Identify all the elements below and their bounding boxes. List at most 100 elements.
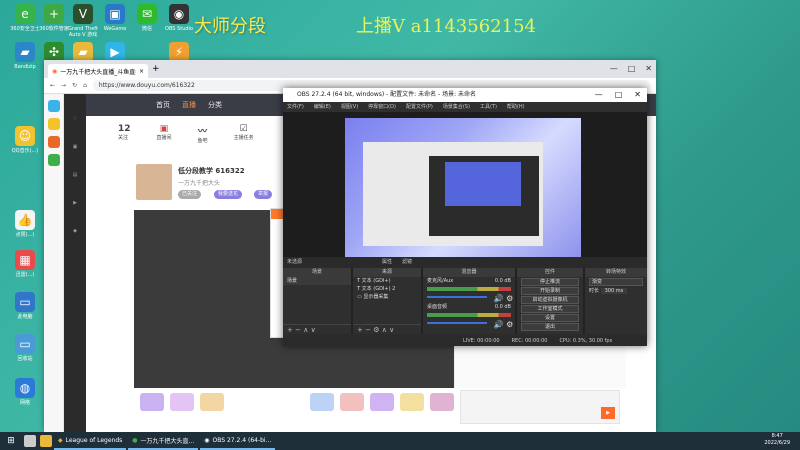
transition-select[interactable]: 渐变 bbox=[589, 278, 643, 286]
down-icon[interactable]: ∨ bbox=[311, 326, 316, 334]
obs-menu-item[interactable]: 编辑(E) bbox=[314, 102, 331, 112]
report-pill[interactable]: 举报 bbox=[254, 190, 273, 199]
gift-item[interactable] bbox=[310, 393, 334, 411]
stat-room[interactable]: ▣ 直播间 bbox=[157, 124, 172, 156]
down-icon[interactable]: ∨ bbox=[389, 326, 394, 334]
obs-menu-item[interactable]: 配置文件(P) bbox=[406, 102, 433, 112]
scenes-footer: + − ∧ ∨ bbox=[283, 324, 351, 334]
up-icon[interactable]: ∧ bbox=[303, 326, 308, 334]
controls-title: 控件 bbox=[517, 268, 583, 277]
minimize-icon[interactable]: — bbox=[595, 88, 603, 102]
source-item[interactable]: T 文本 (GDI+) bbox=[353, 277, 421, 285]
reload-icon[interactable]: ↻ bbox=[72, 82, 77, 89]
home-icon[interactable]: ⌂ bbox=[83, 82, 87, 89]
desktop-icon[interactable]: ▭ 回收站 bbox=[4, 334, 46, 362]
obs-menu-item[interactable]: 文件(F) bbox=[287, 102, 304, 112]
add-icon[interactable]: + bbox=[357, 326, 363, 334]
nav-category[interactable]: 分类 bbox=[208, 100, 222, 110]
obs-control-button[interactable]: 设置 bbox=[521, 314, 579, 322]
browser-tab[interactable]: ◉ 一万九千把大头直播_斗鱼直播 × bbox=[48, 64, 148, 78]
gift-item[interactable] bbox=[430, 393, 454, 411]
obs-control-button[interactable]: 停止推流 bbox=[521, 278, 579, 286]
obs-control-button[interactable]: 退出 bbox=[521, 323, 579, 331]
remove-icon[interactable]: − bbox=[295, 326, 301, 334]
obs-menu-item[interactable]: 视图(V) bbox=[341, 102, 358, 112]
taskbar-task-browser[interactable]: ● 一万九千把大头直... bbox=[128, 432, 199, 450]
close-icon[interactable]: × bbox=[139, 68, 144, 75]
sidebar-app-icon[interactable] bbox=[47, 118, 60, 130]
duration-input[interactable]: 300 ms bbox=[600, 288, 628, 294]
sidebar-app-icon[interactable] bbox=[47, 100, 60, 112]
scene-item[interactable]: 场景 bbox=[283, 277, 351, 285]
obs-preview[interactable] bbox=[283, 112, 647, 262]
chat-input[interactable]: ▶ bbox=[460, 390, 620, 424]
sidebar-app-icon[interactable] bbox=[47, 154, 60, 166]
folder-icon[interactable] bbox=[40, 435, 52, 447]
send-button[interactable]: ▶ bbox=[601, 407, 615, 419]
gear-icon[interactable]: ⚙ bbox=[373, 326, 379, 334]
gift-item[interactable] bbox=[170, 393, 194, 411]
stat-bar[interactable]: 〰鱼吧 bbox=[198, 124, 208, 156]
desktop-icon[interactable]: ▦ 迅雷(...) bbox=[4, 250, 46, 278]
up-icon[interactable]: ∧ bbox=[382, 326, 387, 334]
desktop: e 360安全卫士 +360软件管家 V Grand Theft Auto V 游戏 ▣ W… bbox=[0, 0, 800, 432]
gift-item[interactable] bbox=[140, 393, 164, 411]
desktop-icon[interactable]: ◍ 网络 bbox=[4, 378, 46, 406]
obs-control-button[interactable]: 开始录制 bbox=[521, 287, 579, 295]
wegame-icon: ▣ bbox=[105, 4, 125, 24]
avatar[interactable] bbox=[136, 164, 172, 200]
nav-live[interactable]: 直播 bbox=[182, 100, 196, 110]
stat-task[interactable]: ☑ 主播任务 bbox=[234, 124, 254, 156]
speaker-icon[interactable]: 🔊 bbox=[494, 294, 504, 303]
desktop-icon[interactable]: 👍 点赞(...) bbox=[4, 210, 46, 238]
maximize-icon[interactable]: □ bbox=[615, 88, 623, 102]
taskbar-task-obs[interactable]: ◉ OBS 27.2.4 (64-bi... bbox=[200, 432, 276, 450]
properties-button[interactable]: 属性 bbox=[382, 257, 392, 267]
new-tab-icon[interactable]: + bbox=[152, 64, 160, 74]
gift-item[interactable] bbox=[200, 393, 224, 411]
obs-menu-item[interactable]: 帮助(H) bbox=[507, 102, 525, 112]
source-item[interactable]: ▭ 显示器采集 bbox=[353, 293, 421, 301]
nav-home[interactable]: 首页 bbox=[156, 100, 170, 110]
speaker-icon[interactable]: 🔊 bbox=[494, 320, 504, 329]
stat-follow[interactable]: 12 关注 bbox=[118, 124, 131, 156]
minimize-icon[interactable]: — bbox=[610, 64, 618, 73]
filters-button[interactable]: 滤镜 bbox=[402, 257, 412, 267]
close-icon[interactable]: ✕ bbox=[634, 88, 641, 102]
add-icon[interactable]: + bbox=[287, 326, 293, 334]
obs-control-button[interactable]: 工作室模式 bbox=[521, 305, 579, 313]
gift-pill[interactable]: 我要送花 bbox=[214, 190, 243, 199]
volume-slider[interactable] bbox=[427, 296, 487, 298]
sidebar-app-icon[interactable] bbox=[47, 136, 60, 148]
nav-live-icon[interactable]: ▣ bbox=[64, 144, 86, 150]
nav-category-icon[interactable]: ▤ bbox=[64, 172, 86, 178]
obs-menu-item[interactable]: 停靠窗口(D) bbox=[368, 102, 396, 112]
search-icon[interactable] bbox=[24, 435, 36, 447]
obs-menu-item[interactable]: 工具(T) bbox=[480, 102, 497, 112]
gift-item[interactable] bbox=[370, 393, 394, 411]
nav-video-icon[interactable]: ▶ bbox=[64, 200, 86, 206]
obs-control-button[interactable]: 启动虚拟摄像机 bbox=[521, 296, 579, 304]
nav-game-icon[interactable]: ◆ bbox=[64, 228, 86, 234]
browser-tab-title: 一万九千把大头直播_斗鱼直播 bbox=[60, 68, 136, 76]
volume-slider[interactable] bbox=[427, 322, 487, 324]
obs-menu-item[interactable]: 场景集合(S) bbox=[443, 102, 470, 112]
follow-pill[interactable]: 已关注 bbox=[178, 190, 202, 199]
desktop-icon[interactable]: ☺ QQ音乐(...) bbox=[4, 126, 46, 154]
remove-icon[interactable]: − bbox=[365, 326, 371, 334]
close-icon[interactable]: ✕ bbox=[645, 64, 652, 73]
back-icon[interactable]: ← bbox=[50, 82, 55, 89]
gear-icon[interactable]: ⚙ bbox=[506, 294, 513, 303]
source-item[interactable]: T 文本 (GDI+) 2 bbox=[353, 285, 421, 293]
maximize-icon[interactable]: □ bbox=[628, 64, 636, 73]
desktop-icon[interactable]: ▭ 此电脑 bbox=[4, 292, 46, 320]
clock[interactable]: 8:47 2022/6/29 bbox=[764, 433, 790, 447]
gift-item[interactable] bbox=[400, 393, 424, 411]
gear-icon[interactable]: ⚙ bbox=[506, 320, 513, 329]
taskbar-task-lol[interactable]: ◆ League of Legends bbox=[54, 432, 127, 450]
gift-item[interactable] bbox=[340, 393, 364, 411]
windows-start-icon[interactable]: ⊞ bbox=[0, 432, 22, 450]
forward-icon[interactable]: → bbox=[61, 82, 66, 89]
obs-window: OBS 27.2.4 (64 bit, windows) - 配置文件: 未命名… bbox=[283, 88, 647, 346]
nav-follow-icon[interactable]: ♡ bbox=[64, 116, 86, 122]
